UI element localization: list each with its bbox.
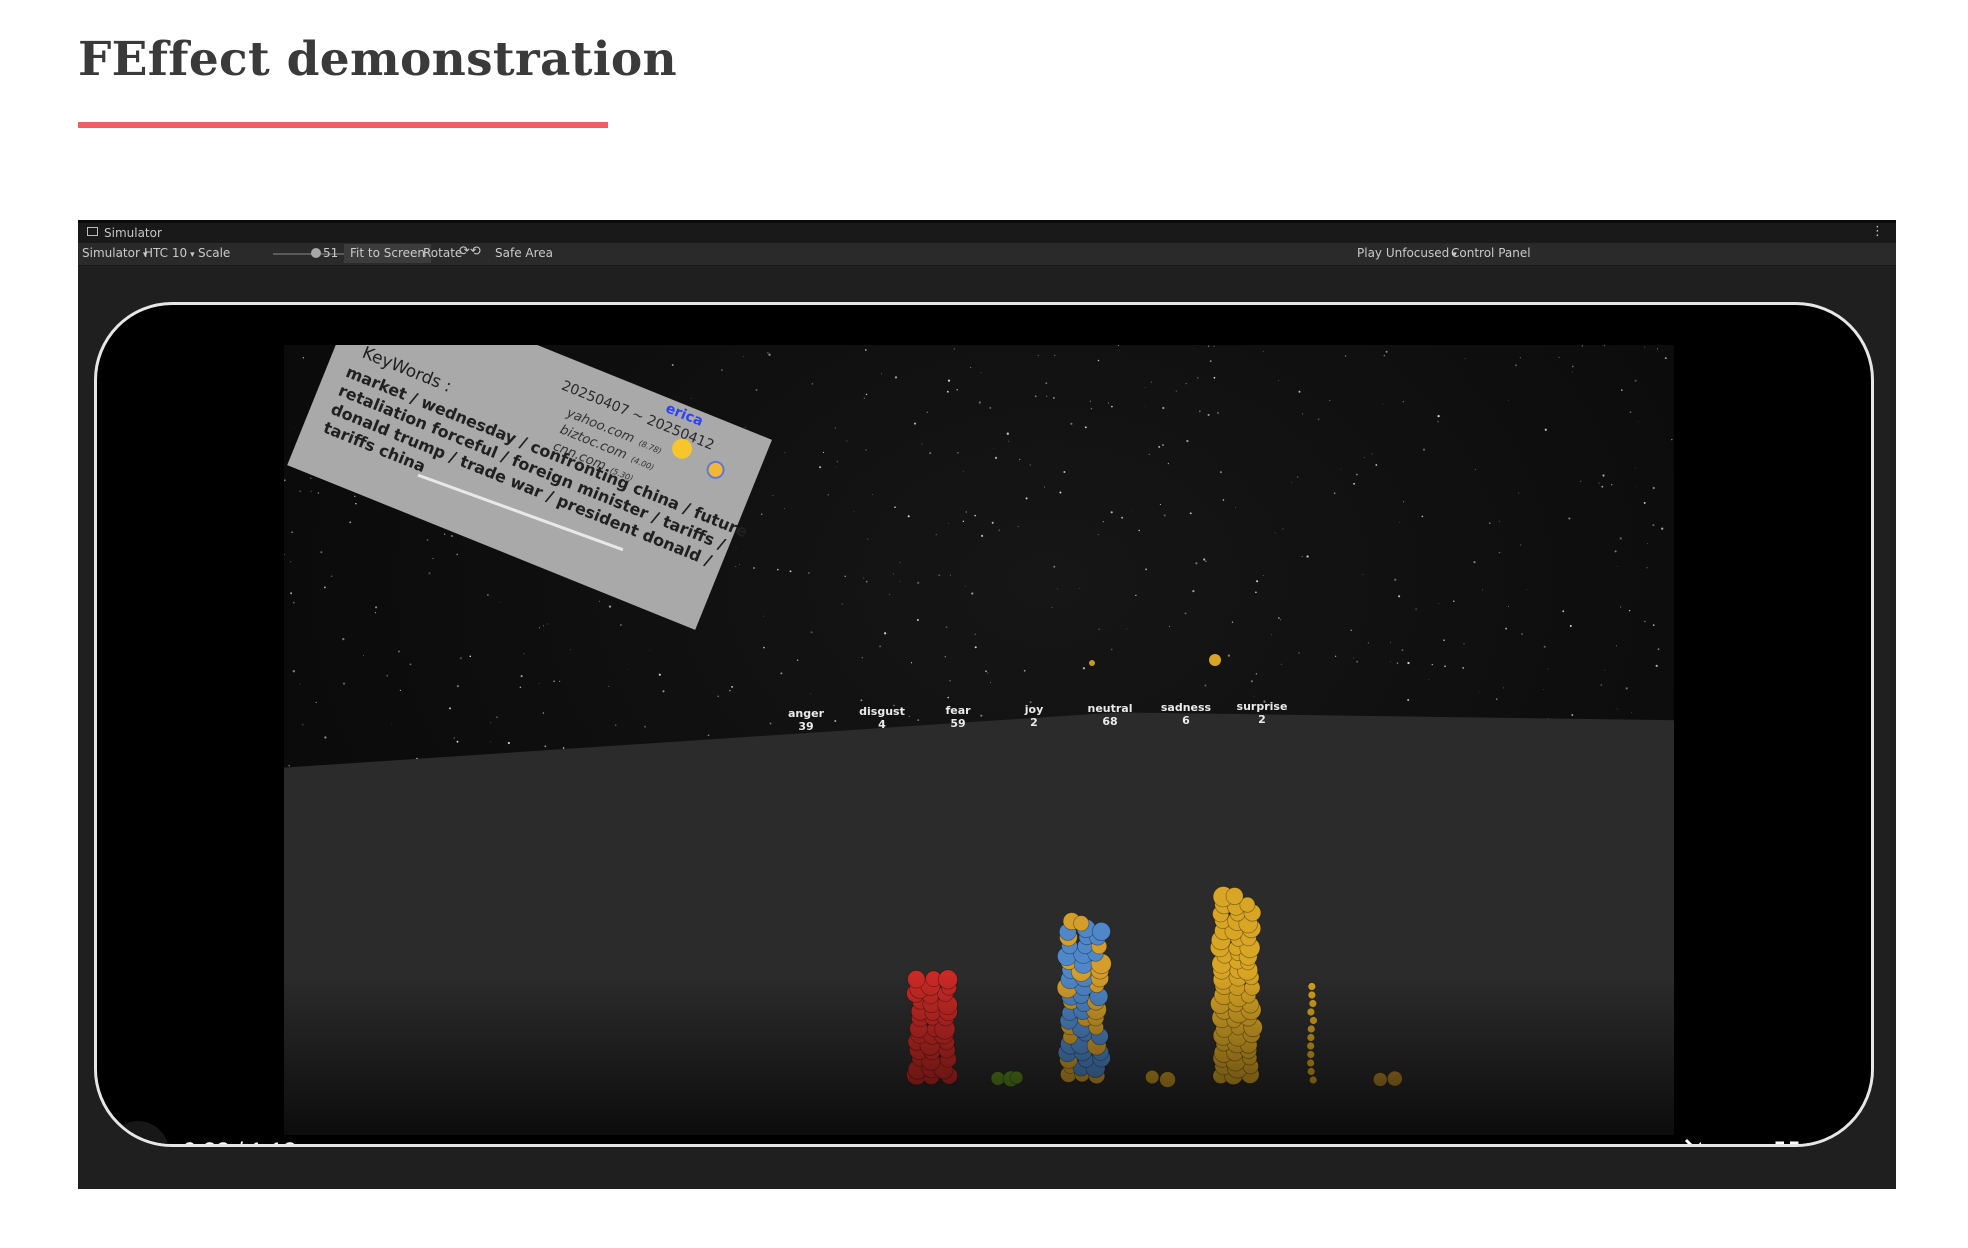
device-dropdown: HTC 10 ▾ [144,246,195,260]
caret-down-icon: ▾ [190,250,195,260]
simulator-viewport: erica 20250407 ~ 20250412 yahoo.com(8.78… [78,266,1896,1189]
mute-button[interactable] [1679,1133,1719,1144]
safe-area-button: Safe Area [495,246,554,260]
page-title: FEffect demonstration [78,32,678,87]
more-options-button[interactable] [1853,1133,1871,1144]
emotion-ball-neutral [1225,887,1244,906]
floating-emotion-ball [1089,660,1095,666]
video-player[interactable]: Simulator ⋮ Simulator ▾ HTC 10 ▾ Scale 51 … [78,220,1896,1189]
scale-value: 51 [323,246,339,260]
phone-frame: erica 20250407 ~ 20250412 yahoo.com(8.78… [94,302,1874,1147]
play-icon [131,1141,148,1144]
floating-emotion-ball [1209,654,1221,666]
title-underline [78,122,608,128]
time-display: 0:32 / 1:12 [183,1138,296,1144]
simulator-header: Simulator ⋮ [78,220,1896,243]
mode-dropdown: Simulator ▾ [82,246,148,260]
device-icon [87,227,98,236]
window-menu-icon: ⋮ [1871,224,1884,239]
more-vertical-icon [1865,1141,1871,1144]
simulator-toolbar: Simulator ▾ HTC 10 ▾ Scale 51 Fit to Scree… [78,243,1896,266]
emotion-ball-fear [1091,922,1111,942]
rotate-icons: ⟳⟲ [459,244,481,259]
scale-slider-knob [311,248,321,258]
muted-speaker-icon [1684,1138,1701,1144]
control-panel-button: Control Panel [1451,246,1531,260]
play-unfocused-dropdown: Play Unfocused ▾ [1357,246,1457,260]
emotion-ball-fear [1073,915,1090,932]
rotate-label: Rotate [423,246,463,260]
controls-overlay [97,974,1871,1144]
fullscreen-button[interactable] [1767,1133,1807,1144]
simulator-window-title: Simulator [104,226,162,240]
fullscreen-icon [1775,1141,1799,1144]
scale-label: Scale [198,246,231,260]
fit-to-screen-button: Fit to Screen [344,244,431,263]
